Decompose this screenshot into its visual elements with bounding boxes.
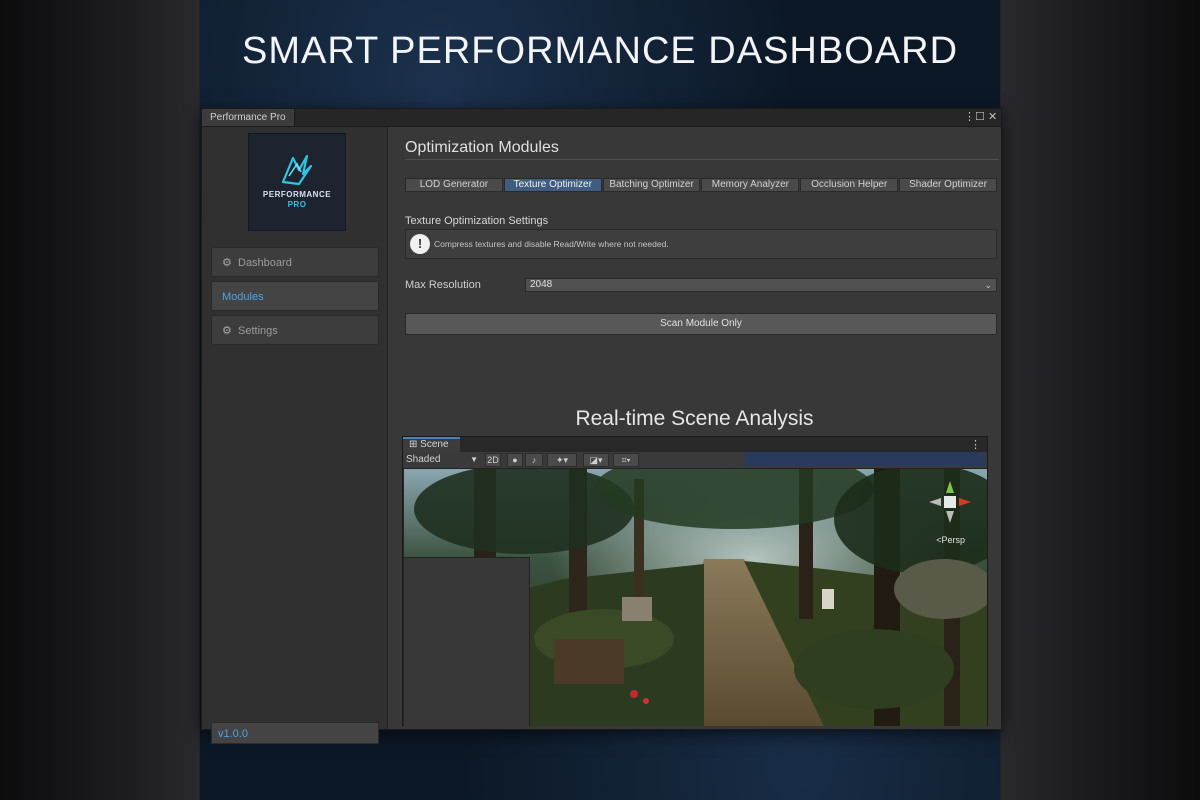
- scan-module-button[interactable]: Scan Module Only: [405, 313, 997, 335]
- sidebar-item-settings[interactable]: ⚙ Settings: [211, 315, 379, 345]
- more-options-icon[interactable]: ⋮: [964, 110, 975, 125]
- scene-tab[interactable]: ⊞ Scene: [403, 437, 460, 452]
- performance-pro-window: Performance Pro ⋮ ☐ ✕ PERFORMANCE PRO ⚙ D…: [201, 108, 1002, 744]
- gear-icon: ⚙: [222, 257, 232, 269]
- warning-icon: !: [410, 234, 430, 254]
- settings-heading: Texture Optimization Settings: [405, 215, 549, 227]
- hero-title: SMART PERFORMANCE DASHBOARD: [241, 30, 959, 72]
- section-divider: [405, 159, 999, 160]
- sidebar: PERFORMANCE PRO ⚙ Dashboard Modules ⚙ Sett…: [202, 127, 388, 744]
- viewport-overlay-panel: [404, 557, 530, 726]
- main-content: Optimization Modules LOD Generator Textu…: [388, 127, 1001, 729]
- gizmos-icon[interactable]: ⌗▾: [613, 453, 639, 467]
- scene-tab-label: Scene: [420, 439, 449, 450]
- logo-text-performance: PERFORMANCE: [262, 190, 332, 199]
- sidebar-item-modules[interactable]: Modules: [211, 281, 379, 311]
- lighting-icon[interactable]: ●: [507, 453, 523, 467]
- gear-icon: ⚙: [222, 325, 232, 337]
- toggle-2d-button[interactable]: 2D: [485, 453, 501, 467]
- tab-batching-optimizer[interactable]: Batching Optimizer: [602, 178, 701, 192]
- more-options-icon[interactable]: ⋮: [970, 438, 981, 451]
- tab-texture-optimizer[interactable]: Texture Optimizer: [503, 178, 602, 192]
- maximize-icon[interactable]: ☐: [975, 110, 985, 125]
- perspective-label[interactable]: <Persp: [936, 535, 965, 545]
- chevron-down-icon: ▼: [470, 455, 478, 464]
- section-title: Optimization Modules: [405, 139, 559, 156]
- tab-memory-analyzer[interactable]: Memory Analyzer: [701, 178, 800, 192]
- window-tab[interactable]: Performance Pro: [202, 109, 295, 126]
- logo-emblem-icon: [281, 154, 313, 186]
- tab-occlusion-helper[interactable]: Occlusion Helper: [800, 178, 899, 192]
- scene-viewport[interactable]: <Persp: [404, 469, 987, 726]
- toolbar-spacer: [745, 452, 985, 466]
- perspective-label-text: Persp: [941, 535, 965, 545]
- scene-toolbar: Shaded ▼ 2D ● ♪ ✦▾ ◪▾ ⌗▾: [403, 452, 987, 469]
- tab-lod-generator[interactable]: LOD Generator: [405, 178, 503, 192]
- help-message: Compress textures and disable Read/Write…: [434, 239, 669, 249]
- grid-icon: ⊞: [409, 439, 418, 450]
- close-icon[interactable]: ✕: [988, 110, 997, 125]
- effects-icon[interactable]: ✦▾: [547, 453, 577, 467]
- scene-visibility-icon[interactable]: ◪▾: [583, 453, 609, 467]
- sidebar-item-label: Dashboard: [238, 257, 292, 269]
- max-resolution-value: 2048: [530, 279, 553, 290]
- max-resolution-label: Max Resolution: [405, 279, 481, 291]
- scene-tabbar: ⊞ Scene ⋮: [403, 437, 987, 452]
- sidebar-item-label: Settings: [238, 325, 278, 337]
- tab-shader-optimizer[interactable]: Shader Optimizer: [899, 178, 997, 192]
- performance-pro-logo: PERFORMANCE PRO: [248, 133, 346, 231]
- window-titlebar: Performance Pro ⋮ ☐ ✕: [202, 109, 1001, 127]
- audio-icon[interactable]: ♪: [525, 453, 543, 467]
- version-badge: v1.0.0: [211, 722, 379, 744]
- shading-mode-dropdown[interactable]: Shaded ▼: [406, 453, 478, 467]
- shading-mode-value: Shaded: [406, 454, 441, 465]
- help-box: ! Compress textures and disable Read/Wri…: [405, 229, 997, 259]
- sidebar-item-dashboard[interactable]: ⚙ Dashboard: [211, 247, 379, 277]
- sidebar-item-label: Modules: [222, 291, 264, 303]
- analysis-title: Real-time Scene Analysis: [575, 407, 814, 430]
- module-tabs: LOD Generator Texture Optimizer Batching…: [405, 178, 997, 192]
- orientation-gizmo-icon[interactable]: [925, 477, 975, 527]
- logo-text-pro: PRO: [287, 200, 307, 209]
- max-resolution-dropdown[interactable]: 2048 ⌄: [525, 278, 997, 292]
- scene-window: ⊞ Scene ⋮ Shaded ▼ 2D ● ♪ ✦▾ ◪▾ ⌗▾ <Pers…: [402, 436, 988, 726]
- chevron-down-icon: ⌄: [984, 280, 992, 290]
